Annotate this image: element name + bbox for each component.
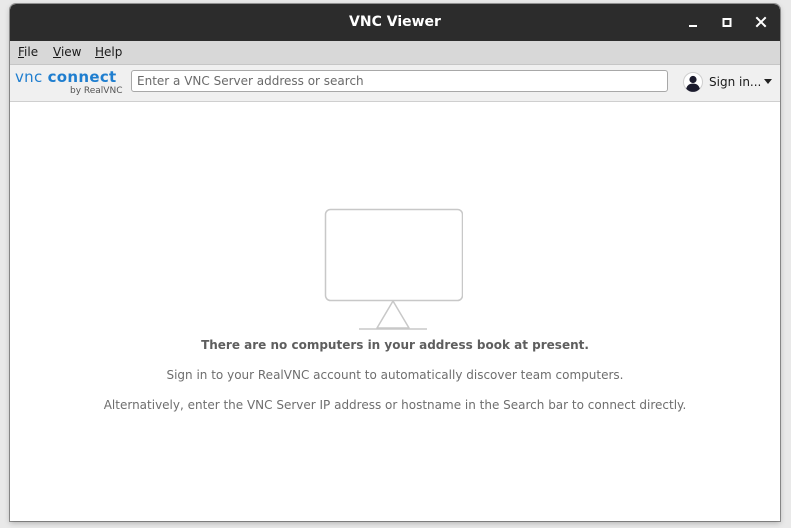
logo-wordmark: vnc connect: [15, 68, 117, 86]
minimize-icon: [689, 25, 697, 27]
user-avatar-icon: [683, 72, 703, 92]
maximize-button[interactable]: [716, 12, 738, 34]
logo-vnc-text: vnc: [15, 68, 43, 86]
vnc-connect-logo: vnc connect by RealVNC: [15, 68, 125, 98]
logo-byline: by RealVNC: [70, 86, 123, 96]
window-title: VNC Viewer: [349, 14, 441, 30]
menu-file[interactable]: File: [18, 45, 38, 59]
maximize-icon: [722, 18, 732, 27]
sign-in-button[interactable]: Sign in...: [683, 72, 775, 94]
menu-help-mnemonic: H: [95, 45, 105, 59]
empty-state-search-hint: Alternatively, enter the VNC Server IP a…: [103, 398, 687, 412]
monitor-icon: [324, 208, 463, 330]
chevron-down-icon: [764, 79, 772, 84]
menu-view-label: iew: [60, 45, 82, 59]
close-button[interactable]: [750, 12, 772, 34]
menu-file-label: ile: [24, 45, 39, 59]
menu-help-label: elp: [104, 45, 123, 59]
menu-view-mnemonic: V: [53, 45, 61, 59]
empty-state-signin-hint: Sign in to your RealVNC account to autom…: [166, 368, 624, 382]
title-bar[interactable]: VNC Viewer: [10, 4, 780, 41]
menu-view[interactable]: View: [53, 45, 81, 59]
minimize-button[interactable]: [682, 12, 704, 34]
close-icon: [755, 16, 767, 28]
toolbar: vnc connect by RealVNC Sign in...: [10, 65, 780, 102]
menu-bar: File View Help: [10, 41, 780, 65]
address-book-area: There are no computers in your address b…: [10, 102, 780, 521]
sign-in-label: Sign in...: [709, 75, 762, 89]
menu-help[interactable]: Help: [95, 45, 122, 59]
empty-state-heading: There are no computers in your address b…: [201, 338, 589, 352]
logo-connect-text: connect: [47, 68, 117, 86]
vnc-viewer-window: VNC Viewer File View Help vnc connect by…: [10, 4, 780, 521]
search-input[interactable]: [131, 70, 668, 92]
